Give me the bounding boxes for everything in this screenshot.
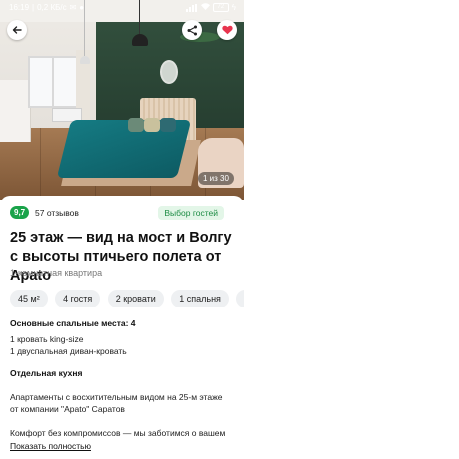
rating-badge: 9,7 xyxy=(10,206,30,219)
status-bar: 16:19 | 0,2 КБ/с ✉ ● 72 ϟ xyxy=(9,3,236,12)
status-time: 16:19 xyxy=(9,3,30,12)
bed-item: 1 кровать king-size xyxy=(10,334,84,344)
battery-icon: 72 xyxy=(212,3,229,12)
listing-details: 9,7 57 отзывов Выбор гостей 25 этаж — ви… xyxy=(0,196,244,459)
feature-chip-more: 1 xyxy=(236,290,244,307)
share-button[interactable] xyxy=(182,20,202,40)
listing-photo[interactable]: 1 из 30 xyxy=(0,0,244,200)
bed-item: 1 двуспальная диван-кровать xyxy=(10,346,127,356)
feature-chip-guests: 4 гостя xyxy=(55,290,101,307)
back-button[interactable] xyxy=(7,20,27,40)
listing-type: 1-комнатная квартира xyxy=(10,268,103,278)
feature-chips: 45 м² 4 гостя 2 кровати 1 спальня 1 xyxy=(10,289,244,307)
description-line: Комфорт без компромиссов — мы заботимся … xyxy=(10,428,226,438)
message-icon: ● xyxy=(79,3,85,12)
description-line: от компании "Apato" Саратов xyxy=(10,404,125,414)
feature-chip-beds: 2 кровати xyxy=(107,290,164,307)
feature-chip-bedrooms: 1 спальня xyxy=(171,290,229,307)
feature-chip-area: 45 м² xyxy=(10,290,48,307)
notification-icon: ✉ xyxy=(69,3,77,12)
reviews-link[interactable]: 57 отзывов xyxy=(35,208,79,218)
network-speed: 0,2 КБ/с xyxy=(37,3,67,12)
heart-icon xyxy=(221,25,233,35)
show-more-link[interactable]: Показать полностью xyxy=(10,441,91,451)
photo-counter: 1 из 30 xyxy=(198,172,234,185)
charging-icon: ϟ xyxy=(231,3,236,12)
kitchen-heading: Отдельная кухня xyxy=(10,368,83,378)
guest-choice-badge: Выбор гостей xyxy=(158,206,224,220)
app-screen: 1 из 30 16:19 | 0,2 КБ/с ✉ ● 72 ϟ 9,7 57… xyxy=(0,0,244,459)
description-line: Апартаменты с восхитительным видом на 25… xyxy=(10,392,223,402)
arrow-left-icon xyxy=(12,25,22,35)
rating-row: 9,7 57 отзывов Выбор гостей xyxy=(10,206,234,220)
wifi-icon xyxy=(200,3,210,12)
share-icon xyxy=(187,25,198,36)
beds-heading: Основные спальные места: 4 xyxy=(10,318,136,328)
favorite-button[interactable] xyxy=(217,20,237,40)
signal-icon xyxy=(185,3,198,12)
